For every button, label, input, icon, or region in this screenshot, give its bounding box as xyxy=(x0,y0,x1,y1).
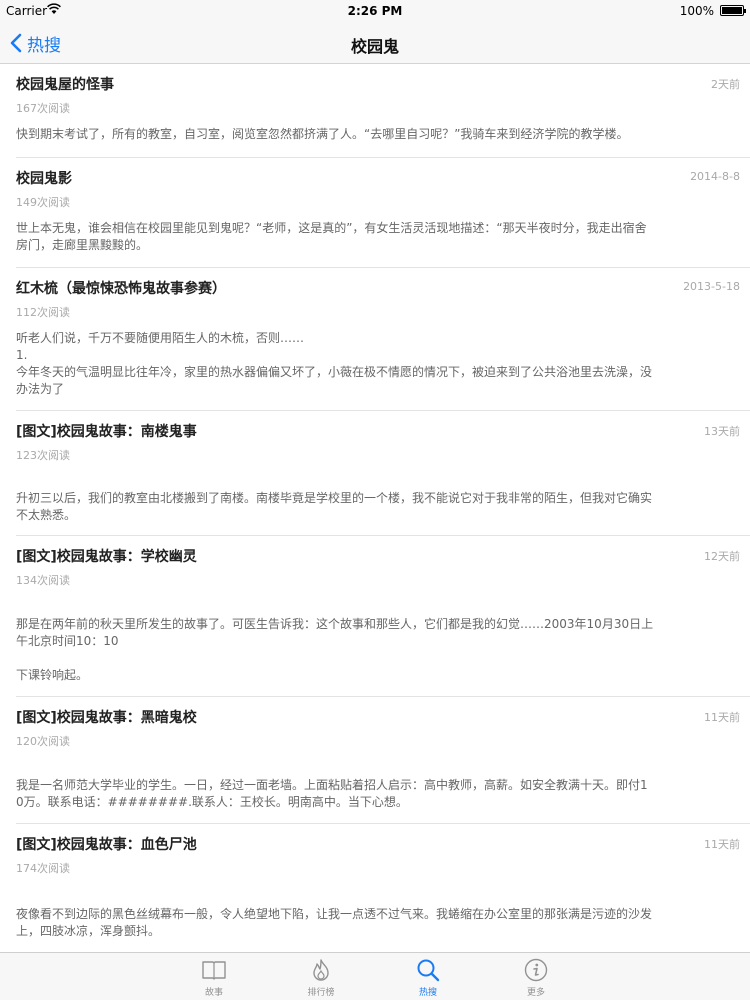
story-title: 红木梳（最惊悚恐怖鬼故事参赛） xyxy=(16,281,226,297)
tab-label: 故事 xyxy=(204,988,223,998)
flame-icon xyxy=(313,959,329,981)
story-list[interactable]: 校园鬼屋的怪事 2天前 167次阅读 快到期末考试了，所有的教室，自习室，阅览室… xyxy=(0,64,750,952)
story-excerpt: 夜像看不到边际的黑色丝绒幕布一般，令人绝望地下陷，让我一点透不过气来。我蜷缩在办… xyxy=(16,907,653,938)
story-read-count: 149次阅读 xyxy=(16,196,70,209)
story-item[interactable]: [图文]校园鬼故事：学校幽灵 12天前 134次阅读 那是在两年前的秋天里所发生… xyxy=(0,536,750,697)
tab-label: 排行榜 xyxy=(307,988,335,998)
page-title: 校园鬼 xyxy=(350,37,399,56)
story-date: 13天前 xyxy=(704,425,740,438)
story-excerpt: 升初三以后，我们的教室由北楼搬到了南楼。南楼毕竟是学校里的一个楼，我不能说它对于… xyxy=(16,491,653,522)
battery-icon xyxy=(720,5,746,16)
tab-label: 更多 xyxy=(526,988,545,998)
story-date: 2013-5-18 xyxy=(683,280,740,293)
story-title: [图文]校园鬼故事：学校幽灵 xyxy=(16,549,197,565)
story-read-count: 120次阅读 xyxy=(16,735,70,748)
story-excerpt: 世上本无鬼，谁会相信在校园里能见到鬼呢？“老师，这是真的”，有女生活灵活现地描述… xyxy=(16,221,647,252)
story-item[interactable]: 校园鬼屋的怪事 2天前 167次阅读 快到期末考试了，所有的教室，自习室，阅览室… xyxy=(0,64,750,158)
status-bar: Carrier 2:26 PM 100% xyxy=(0,0,750,22)
tab-label: 热搜 xyxy=(418,988,437,998)
story-excerpt: 听老人们说，千万不要随便用陌生人的木梳，否则…… 1. 今年冬天的气温明显比往年… xyxy=(16,331,653,396)
search-icon xyxy=(417,959,440,982)
story-date: 2014-8-8 xyxy=(690,170,740,183)
story-title: [图文]校园鬼故事：黑暗鬼校 xyxy=(16,710,197,726)
navigation-bar: 热搜 校园鬼 xyxy=(0,22,750,64)
story-item[interactable]: [图文]校园鬼故事：血色尸池 11天前 174次阅读 夜像看不到边际的黑色丝绒幕… xyxy=(0,824,750,952)
story-item[interactable]: [图文]校园鬼故事：南楼鬼事 13天前 123次阅读 升初三以后，我们的教室由北… xyxy=(0,411,750,536)
story-excerpt: 我是一名师范大学毕业的学生。一日，经过一面老墙。上面粘贴着招人启示：高中教师，高… xyxy=(16,778,648,809)
story-read-count: 134次阅读 xyxy=(16,574,70,587)
tab-hot-search[interactable]: 热搜 xyxy=(398,958,458,998)
story-date: 11天前 xyxy=(704,838,740,851)
story-read-count: 167次阅读 xyxy=(16,102,70,115)
story-item[interactable]: [图文]校园鬼故事：黑暗鬼校 11天前 120次阅读 我是一名师范大学毕业的学生… xyxy=(0,697,750,824)
story-date: 11天前 xyxy=(704,711,740,724)
book-icon xyxy=(202,961,226,980)
story-title: [图文]校园鬼故事：血色尸池 xyxy=(16,837,197,853)
clock: 2:26 PM xyxy=(347,4,403,18)
tab-bar: 故事 排行榜 热搜 更多 xyxy=(0,952,750,1000)
battery-percent: 100% xyxy=(679,4,714,18)
info-icon xyxy=(524,958,548,982)
story-item[interactable]: 红木梳（最惊悚恐怖鬼故事参赛） 2013-5-18 112次阅读 听老人们说，千… xyxy=(0,268,750,411)
story-date: 12天前 xyxy=(704,550,740,563)
story-title: 校园鬼屋的怪事 xyxy=(16,77,114,93)
story-read-count: 112次阅读 xyxy=(16,306,70,319)
story-title: 校园鬼影 xyxy=(16,171,72,187)
story-excerpt: 那是在两年前的秋天里所发生的故事了。可医生告诉我：这个故事和那些人，它们都是我的… xyxy=(16,617,654,682)
story-read-count: 123次阅读 xyxy=(16,449,70,462)
story-item[interactable]: 校园鬼影 2014-8-8 149次阅读 世上本无鬼，谁会相信在校园里能见到鬼呢… xyxy=(0,158,750,268)
tab-more[interactable]: 更多 xyxy=(506,958,566,998)
tab-stories[interactable]: 故事 xyxy=(184,958,244,998)
tab-ranking[interactable]: 排行榜 xyxy=(291,958,351,998)
story-date: 2天前 xyxy=(711,78,740,91)
story-excerpt: 快到期末考试了，所有的教室，自习室，阅览室忽然都挤满了人。“去哪里自习呢？”我骑… xyxy=(16,127,629,141)
story-title: [图文]校园鬼故事：南楼鬼事 xyxy=(16,424,197,440)
story-read-count: 174次阅读 xyxy=(16,862,70,875)
